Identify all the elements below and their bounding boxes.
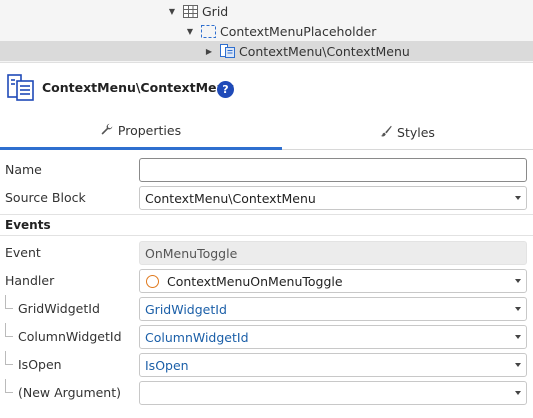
grid-icon [182,4,198,18]
properties-header: ContextMenu\ContextMenu ? [0,62,533,114]
argument-value: ColumnWidgetId [145,329,249,345]
new-argument-dropdown[interactable] [139,381,527,405]
property-label: Source Block [5,190,86,205]
chevron-down-icon [515,196,521,200]
block-icon [7,74,35,102]
expanded-caret-icon[interactable]: ▼ [184,27,196,36]
event-field: OnMenuToggle [139,241,527,265]
placeholder-icon [200,24,216,38]
brush-icon [380,125,392,140]
property-row-event: Event OnMenuToggle [0,239,533,267]
source-block-value: ContextMenu\ContextMenu [145,190,316,206]
chevron-down-icon [515,363,521,367]
property-label: ColumnWidgetId [5,323,122,344]
tree-item-label: Grid [202,3,229,19]
argument-dropdown[interactable]: GridWidgetId [139,297,527,321]
tab-label: Styles [397,124,435,140]
action-icon [146,274,159,288]
name-input[interactable] [139,158,527,182]
divider [0,214,533,215]
chevron-down-icon [515,279,521,283]
property-label: Handler [5,273,55,288]
property-label: IsOpen [5,351,62,372]
argument-dropdown[interactable]: ColumnWidgetId [139,325,527,349]
property-label: (New Argument) [5,379,121,400]
source-block-dropdown[interactable]: ContextMenu\ContextMenu [139,186,527,210]
argument-dropdown[interactable]: IsOpen [139,353,527,377]
property-label: Name [5,162,42,177]
tab-styles[interactable]: Styles [282,114,533,150]
expanded-caret-icon[interactable]: ▼ [166,7,178,16]
divider [0,235,533,236]
property-row-argument: IsOpen IsOpen [0,351,533,379]
property-row-name: Name [0,156,533,184]
argument-value: GridWidgetId [145,301,227,317]
chevron-down-icon [515,391,521,395]
help-icon[interactable]: ? [217,81,234,98]
property-row-new-argument: (New Argument) [0,379,533,407]
widget-tree: ▼ Grid ▼ ContextMenuPlaceholder ▶ Contex… [0,0,533,62]
tree-item-grid[interactable]: ▼ Grid [0,1,533,21]
page-title: ContextMenu\ContextMenu [42,80,235,95]
handler-value: ContextMenuOnMenuToggle [167,273,343,289]
tree-item-contextmenu[interactable]: ▶ ContextMenu\ContextMenu [0,41,533,61]
property-row-argument: ColumnWidgetId ColumnWidgetId [0,323,533,351]
event-value: OnMenuToggle [145,245,238,261]
collapsed-caret-icon[interactable]: ▶ [203,47,215,56]
property-label: GridWidgetId [5,295,100,316]
property-row-handler: Handler ContextMenuOnMenuToggle [0,267,533,295]
handler-dropdown[interactable]: ContextMenuOnMenuToggle [139,269,527,293]
tree-item-contextmenuplaceholder[interactable]: ▼ ContextMenuPlaceholder [0,21,533,41]
chevron-down-icon [515,307,521,311]
tab-bar: Properties Styles [0,114,533,150]
block-icon [219,44,235,58]
chevron-down-icon [515,335,521,339]
tree-item-label: ContextMenu\ContextMenu [239,43,410,59]
tab-label: Properties [117,123,182,138]
property-row-argument: GridWidgetId GridWidgetId [0,295,533,323]
wrench-icon [101,123,113,138]
property-label: Event [5,245,41,260]
tab-properties[interactable]: Properties [0,114,282,150]
section-title-events: Events [5,218,51,232]
tree-item-label: ContextMenuPlaceholder [220,23,377,39]
property-row-source-block: Source Block ContextMenu\ContextMenu [0,184,533,212]
argument-value: IsOpen [145,357,189,373]
